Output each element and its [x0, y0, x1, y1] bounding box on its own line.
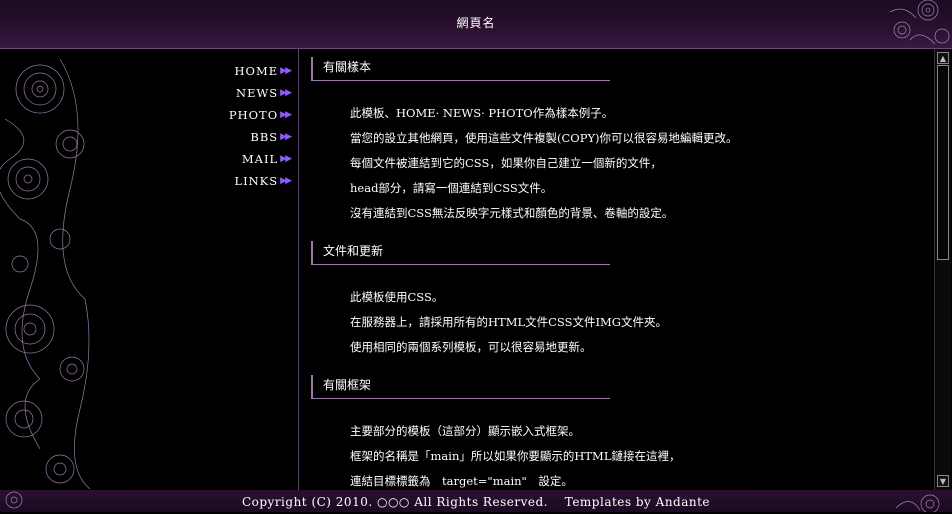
paragraph-line: 框架的名稱是「main」所以如果你要顯示的HTML鏈接在這裡，: [350, 449, 681, 463]
paragraph-line: 當您的設立其他網頁，使用這些文件複製(COPY)你可以很容易地編輯更改。: [350, 131, 738, 145]
nav-label: LINKS: [234, 174, 279, 188]
copyright-text: Copyright (C) 2010. ○○○ All Rights Reser…: [241, 495, 711, 509]
nav-item-news[interactable]: NEWS ▶▶: [200, 82, 292, 104]
paragraph-line: head部分，請寫一個連結到CSS文件。: [350, 181, 553, 195]
paragraph-line: 主要部分的模板（這部分）顯示嵌入式框架。: [350, 424, 580, 438]
paragraph-line: 每個文件被連結到它的CSS，如果你自己建立一個新的文件，: [350, 156, 662, 170]
paragraph-line: 在服務器上，請採用所有的HTML文件CSS文件IMG文件夾。: [350, 315, 667, 329]
footer-bar: Copyright (C) 2010. ○○○ All Rights Reser…: [0, 490, 952, 512]
content-scrollbar[interactable]: ▲ ▼: [934, 49, 951, 490]
content-frame: 有關樣本 此模板、HOME· NEWS· PHOTO作為樣本例子。 當您的設立其…: [300, 49, 932, 490]
lace-ornament-left: [0, 58, 91, 489]
double-arrow-icon: ▶▶: [280, 154, 292, 164]
scroll-up-button[interactable]: ▲: [937, 52, 949, 64]
nav-label: PHOTO: [228, 108, 279, 122]
nav-label: MAIL: [241, 152, 279, 166]
site-title: 網頁名: [456, 16, 496, 30]
scroll-thumb[interactable]: [937, 65, 949, 260]
paragraph-line: 連結目標標籤為 target="main" 設定。: [350, 474, 573, 488]
nav-item-links[interactable]: LINKS ▶▶: [200, 170, 292, 192]
nav-item-photo[interactable]: PHOTO ▶▶: [200, 104, 292, 126]
section-heading-about-template: 有關樣本: [311, 57, 610, 81]
main-nav: HOME ▶▶ NEWS ▶▶ PHOTO ▶▶ BBS ▶▶ MAIL ▶▶ LINKS…: [200, 60, 292, 192]
nav-label: HOME: [234, 64, 279, 78]
header-bar: 網頁名: [0, 0, 952, 49]
nav-label: BBS: [250, 130, 279, 144]
column-divider: [298, 49, 299, 490]
double-arrow-icon: ▶▶: [280, 66, 292, 76]
nav-item-mail[interactable]: MAIL ▶▶: [200, 148, 292, 170]
scroll-down-button[interactable]: ▼: [937, 475, 949, 487]
section-heading-about-frames: 有關框架: [311, 375, 610, 399]
nav-item-bbs[interactable]: BBS ▶▶: [200, 126, 292, 148]
nav-label: NEWS: [236, 86, 279, 100]
double-arrow-icon: ▶▶: [280, 176, 292, 186]
paragraph-line: 使用相同的兩個系列模板，可以很容易地更新。: [350, 340, 592, 354]
paragraph-line: 此模板、HOME· NEWS· PHOTO作為樣本例子。: [350, 106, 614, 120]
nav-item-home[interactable]: HOME ▶▶: [200, 60, 292, 82]
double-arrow-icon: ▶▶: [280, 88, 292, 98]
section-heading-files-updates: 文件和更新: [311, 241, 610, 265]
paragraph-line: 沒有連結到CSS無法反映字元樣式和顏色的背景、卷軸的設定。: [350, 206, 674, 220]
double-arrow-icon: ▶▶: [280, 132, 292, 142]
paragraph-line: 此模板使用CSS。: [350, 290, 444, 304]
double-arrow-icon: ▶▶: [280, 110, 292, 120]
